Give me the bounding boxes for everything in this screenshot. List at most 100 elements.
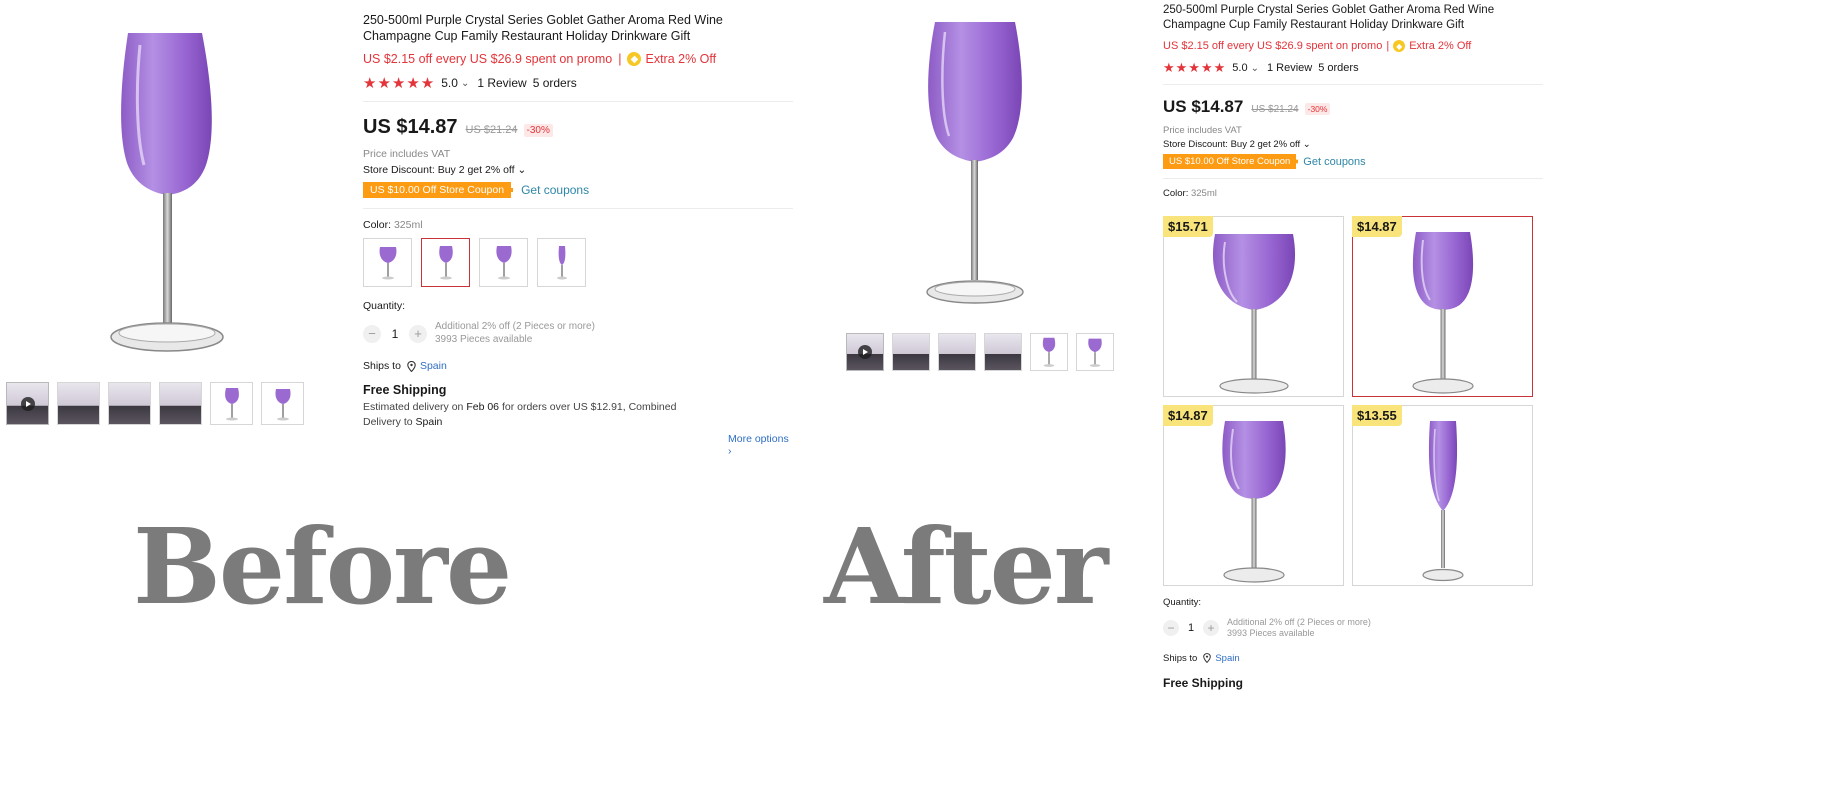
ships-to-row: Ships to Spain <box>1163 653 1543 664</box>
promo-line: US $2.15 off every US $26.9 spent on pro… <box>1163 40 1543 52</box>
variant-card[interactable]: $14.87 <box>1163 405 1344 586</box>
divider <box>1163 178 1543 179</box>
ships-to-label: Ships to <box>1163 652 1198 664</box>
qty-input[interactable]: 1 <box>1179 622 1203 634</box>
pin-icon <box>407 360 416 372</box>
star-icon: ★★★★★ <box>1163 60 1227 75</box>
after-product-info: 250-500ml Purple Crystal Series Goblet G… <box>1163 3 1543 199</box>
discount-badge: -30% <box>523 124 553 137</box>
chevron-down-icon[interactable]: ⌄ <box>461 78 469 89</box>
thumbnail-glass[interactable] <box>210 382 253 425</box>
before-product-info: 250-500ml Purple Crystal Series Goblet G… <box>363 12 793 457</box>
variant-option[interactable] <box>537 238 586 287</box>
thumbnail-video[interactable] <box>846 333 884 371</box>
store-discount[interactable]: Store Discount: Buy 2 get 2% off ⌄ <box>363 164 793 176</box>
variant-price-tag: $14.87 <box>1163 405 1213 426</box>
extra-off[interactable]: Extra 2% Off <box>1409 40 1471 52</box>
ships-to-country[interactable]: Spain <box>1215 653 1239 664</box>
product-title: 250-500ml Purple Crystal Series Goblet G… <box>1163 4 1495 31</box>
promo-separator: | <box>618 52 622 66</box>
thumbnail-photo[interactable] <box>892 333 930 371</box>
order-count: 5 orders <box>532 76 577 90</box>
quantity-stepper: − 1 + Additional 2% off (2 Pieces or mor… <box>363 321 793 346</box>
variant-card[interactable]: $15.71 <box>1163 216 1344 397</box>
more-options-link[interactable]: More options › <box>728 433 793 457</box>
ships-to-row: Ships to Spain <box>363 360 793 372</box>
rating-row: ★★★★★ 5.0 ⌄ 1 Review 5 orders <box>1163 60 1543 76</box>
price-row: US $14.87 US $21.24 -30% <box>1163 97 1543 117</box>
store-discount-text: Store Discount: Buy 2 get 2% off <box>363 164 515 176</box>
thumbnail-photo[interactable] <box>57 382 100 425</box>
rating-value[interactable]: 5.0 <box>441 76 458 90</box>
review-count[interactable]: 1 Review <box>477 76 526 90</box>
qty-plus-button[interactable]: + <box>1203 620 1219 637</box>
thumbnail-photo[interactable] <box>938 333 976 371</box>
coupon-row: US $10.00 Off Store Coupon Get coupons <box>363 182 793 198</box>
chevron-down-icon[interactable]: ⌄ <box>1251 63 1259 74</box>
after-thumbnail-strip <box>846 333 1114 371</box>
play-icon <box>858 345 872 359</box>
old-price: US $21.24 <box>465 124 518 136</box>
product-title: 250-500ml Purple Crystal Series Goblet G… <box>363 13 723 43</box>
variant-card[interactable]: $13.55 <box>1352 405 1533 586</box>
estimate-to: to <box>403 415 413 428</box>
thumbnail-glass[interactable] <box>1030 333 1068 371</box>
star-icon: ★★★★★ <box>363 75 436 92</box>
thumbnail-photo[interactable] <box>159 382 202 425</box>
qty-input[interactable]: 1 <box>381 327 409 341</box>
variant-option[interactable] <box>479 238 528 287</box>
store-discount-text: Store Discount: Buy 2 get 2% off <box>1163 139 1301 150</box>
estimate-date: Feb 06 <box>466 401 500 413</box>
store-discount[interactable]: Store Discount: Buy 2 get 2% off ⌄ <box>1163 139 1543 150</box>
vat-note: Price includes VAT <box>363 148 451 160</box>
variant-card-selected[interactable]: $14.87 <box>1352 216 1533 397</box>
store-coupon-tag[interactable]: US $10.00 Off Store Coupon <box>1163 154 1299 169</box>
quantity-stepper: − 1 + Additional 2% off (2 Pieces or mor… <box>1163 617 1543 640</box>
pin-icon <box>1203 653 1212 663</box>
goblet-icon <box>1042 337 1056 367</box>
quantity-label: Quantity: <box>1163 597 1202 608</box>
qty-available: 3993 Pieces available <box>435 333 533 345</box>
variant-price-tag: $15.71 <box>1163 216 1213 237</box>
get-coupons-link[interactable]: Get coupons <box>1303 156 1365 168</box>
promo-text: US $2.15 off every US $26.9 spent on pro… <box>1163 40 1383 52</box>
extra-off[interactable]: Extra 2% Off <box>645 52 716 66</box>
order-count: 5 orders <box>1318 62 1359 74</box>
current-price: US $14.87 <box>363 116 458 138</box>
review-count[interactable]: 1 Review <box>1267 62 1312 74</box>
current-price: US $14.87 <box>1163 97 1244 116</box>
coin-icon: ◆ <box>1393 40 1406 52</box>
ships-to-country[interactable]: Spain <box>420 360 447 372</box>
rating-value[interactable]: 5.0 <box>1232 62 1247 74</box>
after-main-image <box>925 18 1025 308</box>
store-coupon-tag[interactable]: US $10.00 Off Store Coupon <box>363 182 514 198</box>
qty-available: 3993 Pieces available <box>1227 628 1315 639</box>
thumbnail-glass[interactable] <box>1076 333 1114 371</box>
balloon-glass-icon <box>379 246 396 279</box>
discount-badge: -30% <box>1304 103 1331 115</box>
thumbnail-video[interactable] <box>6 382 49 425</box>
tulip-glass-image <box>1411 232 1474 394</box>
qty-additional: Additional 2% off (2 Pieces or more) <box>1227 617 1371 627</box>
variant-option[interactable] <box>363 238 412 287</box>
coupon-row: US $10.00 Off Store Coupon Get coupons <box>1163 154 1543 169</box>
chevron-down-icon: ⌄ <box>517 164 527 176</box>
qty-minus-button[interactable]: − <box>1163 620 1179 637</box>
variant-selector <box>363 238 793 287</box>
old-price: US $21.24 <box>1251 104 1299 115</box>
color-value: 325ml <box>393 219 423 231</box>
qty-plus-button[interactable]: + <box>409 324 427 343</box>
vat-note: Price includes VAT <box>1163 125 1242 136</box>
get-coupons-link[interactable]: Get coupons <box>521 183 589 197</box>
thumbnail-photo[interactable] <box>108 382 151 425</box>
divider <box>363 101 793 102</box>
promo-text: US $2.15 off every US $26.9 spent on pro… <box>363 52 613 66</box>
thumbnail-photo[interactable] <box>984 333 1022 371</box>
ships-to-label: Ships to <box>363 360 401 372</box>
qty-minus-button[interactable]: − <box>363 324 381 343</box>
variant-option-selected[interactable] <box>421 238 470 287</box>
variant-price-tag: $13.55 <box>1352 405 1402 426</box>
play-icon <box>20 396 35 411</box>
color-label-text: Color: <box>363 219 392 231</box>
thumbnail-glass[interactable] <box>261 382 304 425</box>
